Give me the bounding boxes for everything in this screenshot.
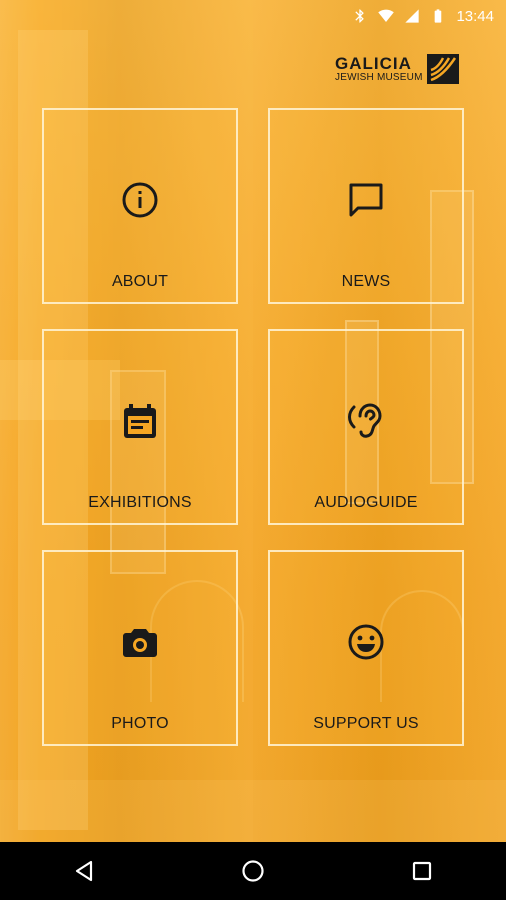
photo-tile[interactable]: PHOTO	[42, 550, 238, 746]
chat-bubble-icon	[346, 180, 386, 220]
cell-signal-icon	[404, 8, 420, 24]
recents-icon	[412, 861, 431, 881]
exhibitions-label: EXHIBITIONS	[88, 494, 192, 511]
info-icon	[120, 180, 160, 220]
home-button[interactable]	[223, 842, 283, 900]
recents-button[interactable]	[392, 842, 452, 900]
logo-subtitle: JEWISH MUSEUM	[335, 72, 423, 83]
calendar-icon	[120, 401, 160, 441]
wifi-icon	[378, 8, 395, 24]
smiley-icon	[346, 622, 386, 662]
photo-label: PHOTO	[111, 715, 169, 732]
home-icon	[242, 860, 264, 882]
museum-logo: GALICIA JEWISH MUSEUM	[335, 53, 467, 85]
exhibitions-tile[interactable]: EXHIBITIONS	[42, 329, 238, 525]
hearing-icon	[346, 401, 386, 441]
status-bar: 13:44	[0, 0, 506, 32]
logo-title: GALICIA	[335, 54, 412, 73]
news-tile[interactable]: NEWS	[268, 108, 464, 304]
audioguide-tile[interactable]: AUDIOGUIDE	[268, 329, 464, 525]
about-tile[interactable]: ABOUT	[42, 108, 238, 304]
camera-icon	[120, 622, 160, 662]
status-time: 13:44	[456, 7, 494, 25]
audioguide-label: AUDIOGUIDE	[314, 494, 418, 511]
bluetooth-icon	[352, 8, 368, 24]
back-button[interactable]	[54, 842, 114, 900]
logo-mark-icon	[426, 54, 459, 84]
support-us-tile[interactable]: SUPPORT US	[268, 550, 464, 746]
system-nav-bar	[0, 842, 506, 900]
support-us-label: SUPPORT US	[313, 715, 419, 732]
battery-icon	[430, 8, 446, 24]
about-label: ABOUT	[111, 273, 169, 290]
news-label: NEWS	[341, 273, 391, 290]
back-icon	[76, 860, 93, 882]
